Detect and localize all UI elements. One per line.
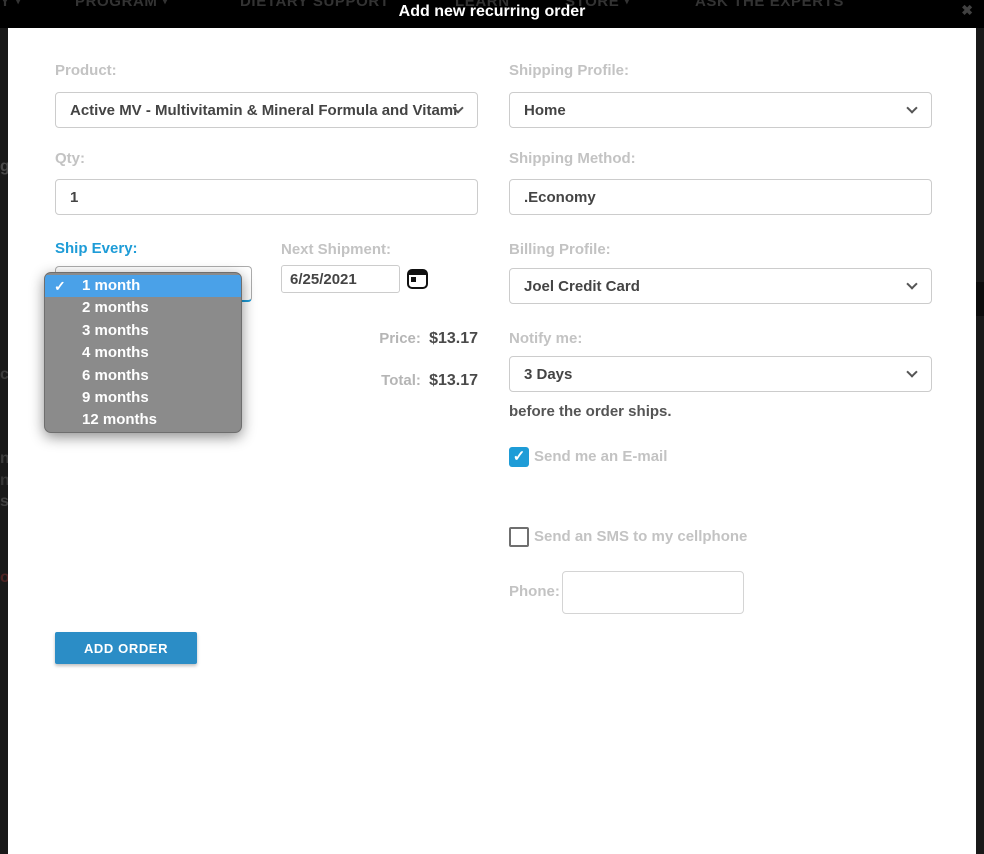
dropdown-option[interactable]: 12 months xyxy=(45,409,241,431)
overlay-left-strip: g c ni n s ot re xyxy=(0,28,8,854)
sms-checkbox-label: Send an SMS to my cellphone xyxy=(534,528,747,545)
top-bar: Y▾ PROGRAM▾ DIETARY SUPPORT LEARN STORE▾… xyxy=(0,0,984,28)
bg-fragment: c xyxy=(0,366,8,384)
option-label: 12 months xyxy=(82,411,157,428)
modal-dialog xyxy=(8,28,976,854)
dropdown-option-selected[interactable]: ✓ 1 month xyxy=(45,275,241,297)
modal-title: Add new recurring order xyxy=(0,3,984,21)
shipping-method-label: Shipping Method: xyxy=(509,150,636,167)
sms-checkbox[interactable] xyxy=(509,527,529,547)
option-label: 3 months xyxy=(82,322,149,339)
overlay-right-strip xyxy=(976,28,984,854)
product-select-value: Active MV - Multivitamin & Mineral Formu… xyxy=(70,102,457,119)
bg-fragment: ni xyxy=(0,450,8,468)
notify-me-value: 3 Days xyxy=(524,366,572,383)
billing-profile-select[interactable]: Joel Credit Card xyxy=(509,268,932,304)
billing-profile-value: Joel Credit Card xyxy=(524,278,640,295)
bg-fragment: ot xyxy=(0,569,8,587)
notify-suffix-text: before the order ships. xyxy=(509,403,672,420)
email-checkbox-label: Send me an E-mail xyxy=(534,448,667,465)
option-label: 1 month xyxy=(82,277,140,294)
product-label: Product: xyxy=(55,62,117,79)
ship-every-dropdown: ✓ 1 month 2 months 3 months 4 months 6 m… xyxy=(44,272,242,433)
calendar-icon[interactable] xyxy=(407,269,428,289)
price-label: Price: xyxy=(379,330,421,347)
email-checkbox[interactable]: ✓ xyxy=(509,447,529,467)
option-label: 6 months xyxy=(82,367,149,384)
qty-input[interactable] xyxy=(55,179,478,215)
dropdown-option[interactable]: 4 months xyxy=(45,342,241,364)
phone-label: Phone: xyxy=(509,583,560,600)
screen: g c ni n s ot re Y▾ PROGRAM▾ DIETARY SUP… xyxy=(0,0,984,854)
notify-me-select[interactable]: 3 Days xyxy=(509,356,932,392)
ship-every-label: Ship Every: xyxy=(55,240,138,257)
total-line: Total: $13.17 xyxy=(278,372,478,390)
chevron-down-icon xyxy=(906,102,917,113)
shipping-profile-label: Shipping Profile: xyxy=(509,62,629,79)
bg-dark-block xyxy=(976,282,984,316)
total-label: Total: xyxy=(381,372,421,389)
next-shipment-label: Next Shipment: xyxy=(281,241,391,258)
product-select[interactable]: Active MV - Multivitamin & Mineral Formu… xyxy=(55,92,478,128)
chevron-down-icon xyxy=(906,278,917,289)
close-icon[interactable]: ✖ xyxy=(961,2,973,19)
notify-me-label: Notify me: xyxy=(509,330,582,347)
price-value: $13.17 xyxy=(429,330,478,347)
check-icon: ✓ xyxy=(54,275,66,297)
check-icon: ✓ xyxy=(513,448,526,465)
shipping-profile-value: Home xyxy=(524,102,566,119)
dropdown-option[interactable]: 3 months xyxy=(45,320,241,342)
add-order-button[interactable]: ADD ORDER xyxy=(55,632,197,664)
phone-input[interactable] xyxy=(562,571,744,614)
bg-fragment: s xyxy=(0,493,8,511)
qty-label: Qty: xyxy=(55,150,85,167)
billing-profile-label: Billing Profile: xyxy=(509,241,611,258)
shipping-profile-select[interactable]: Home xyxy=(509,92,932,128)
dropdown-option[interactable]: 9 months xyxy=(45,387,241,409)
total-value: $13.17 xyxy=(429,372,478,389)
option-label: 9 months xyxy=(82,389,149,406)
next-shipment-input[interactable] xyxy=(281,265,400,293)
option-label: 2 months xyxy=(82,299,149,316)
dropdown-option[interactable]: 6 months xyxy=(45,365,241,387)
dropdown-option[interactable]: 2 months xyxy=(45,297,241,319)
option-label: 4 months xyxy=(82,344,149,361)
bg-fragment: g xyxy=(0,158,8,176)
price-line: Price: $13.17 xyxy=(278,330,478,348)
chevron-down-icon xyxy=(906,366,917,377)
bg-fragment: n xyxy=(0,472,8,490)
shipping-method-input[interactable] xyxy=(509,179,932,215)
